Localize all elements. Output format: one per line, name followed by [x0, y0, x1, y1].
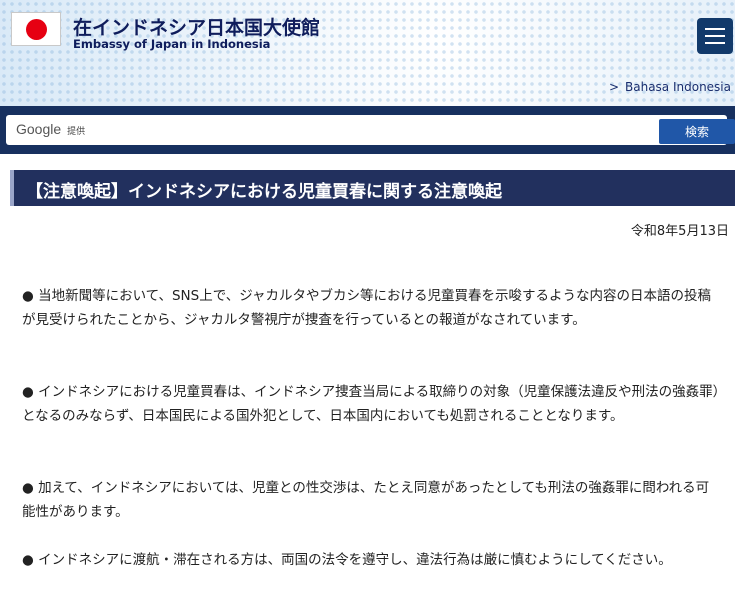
language-switch-link[interactable]: > Bahasa Indonesia [609, 80, 731, 94]
publish-date: 令和8年5月13日 [630, 224, 729, 239]
google-branding: Google 提供 [16, 121, 85, 137]
search-input[interactable] [110, 119, 654, 143]
search-bar: Google 提供 [0, 106, 735, 154]
japan-flag-icon [11, 12, 61, 46]
title-accent-bar [10, 170, 14, 206]
search-box: Google 提供 [6, 115, 727, 145]
article-paragraph: ● 加えて、インドネシアにおいては、児童との性交渉は、たとえ同意があったとしても… [22, 480, 710, 520]
site-title-en[interactable]: Embassy of Japan in Indonesia [73, 37, 270, 51]
chevron-right-icon: > [608, 80, 619, 94]
page-title: 【注意喚起】インドネシアにおける児童買春に関する注意喚起 [26, 182, 502, 202]
page-title-bar: 【注意喚起】インドネシアにおける児童買春に関する注意喚起 [10, 170, 735, 206]
google-provided-label: 提供 [67, 126, 86, 136]
article-paragraph: ● インドネシアにおける児童買春は、インドネシア捜査当局による取締りの対象（児童… [22, 384, 720, 424]
site-header: 在インドネシア日本国大使館 Embassy of Japan in Indone… [0, 0, 735, 106]
hamburger-menu-icon[interactable] [697, 18, 733, 54]
google-logo-text: Google [16, 121, 62, 137]
search-button[interactable]: 検索 [659, 119, 735, 144]
article-paragraph: ● インドネシアに渡航・滞在される方は、両国の法令を遵守し、違法行為は厳に慎むよ… [22, 552, 672, 568]
site-title-ja[interactable]: 在インドネシア日本国大使館 [73, 13, 320, 40]
language-link-label: Bahasa Indonesia [625, 80, 731, 94]
article-paragraph: ● 当地新聞等において、SNS上で、ジャカルタやブカシ等における児童買春を示唆す… [22, 288, 712, 328]
